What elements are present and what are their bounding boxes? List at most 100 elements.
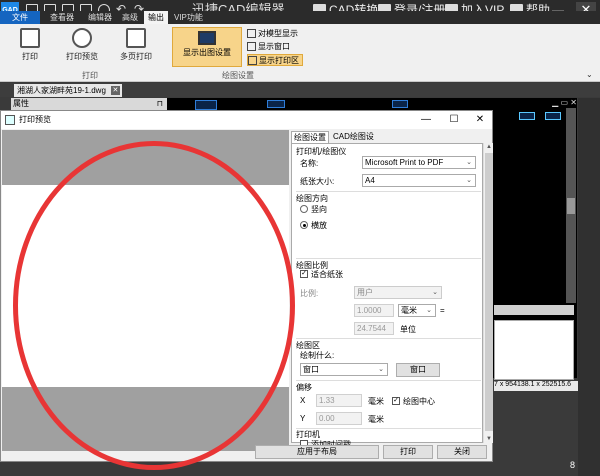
ribbon-show-settings-button[interactable]: 显示出图设置 <box>172 27 242 67</box>
dialog-maximize-button[interactable]: ☐ <box>441 111 467 129</box>
window-button[interactable]: 窗口 <box>396 363 440 377</box>
chevron-down-icon: ⌄ <box>432 289 438 296</box>
dialog-minimize-button[interactable]: — <box>413 111 439 129</box>
ribbon-group-print-label: 打印 <box>82 71 98 80</box>
menu-file[interactable]: 文件 <box>0 11 40 24</box>
offset-x-input[interactable]: 1.33 <box>316 394 362 407</box>
center-plot-label: 绘图中心 <box>403 397 435 406</box>
canvas-scrollbar[interactable] <box>566 108 576 303</box>
document-tab[interactable]: 湘湖人家湖畔苑19-1.dwg ✕ <box>14 84 122 97</box>
printer-icon <box>20 28 40 48</box>
scrollbar-thumb[interactable] <box>567 198 575 214</box>
chevron-down-icon: ⌄ <box>378 366 384 373</box>
menu-vip[interactable]: VIP功能 <box>170 11 207 24</box>
system-tray-badge: 8 <box>570 460 576 470</box>
close-button[interactable]: 关闭 <box>437 445 487 459</box>
dialog-app-icon <box>5 115 15 125</box>
menu-editor[interactable]: 编辑器 <box>84 11 116 24</box>
offset-y-input[interactable]: 0.00 <box>316 412 362 425</box>
tab-cad-draw-settings[interactable]: CAD绘图设置 <box>331 131 383 153</box>
ribbon-multi-print-button[interactable]: 多页打印 <box>120 28 152 62</box>
divider <box>296 380 481 381</box>
paper-size-label: 纸张大小: <box>300 177 335 186</box>
ribbon-model-show-button[interactable]: 对模型显示 <box>247 28 298 40</box>
scale-numerator-input[interactable]: 1.0000 <box>354 304 394 317</box>
equals-sign: = <box>440 306 445 315</box>
preview-margin-top <box>2 130 289 185</box>
dialog-close-button[interactable]: ✕ <box>467 111 493 129</box>
preview-paper[interactable] <box>2 185 289 387</box>
orientation-section-title: 绘图方向 <box>296 194 328 203</box>
cad-entity <box>392 100 408 108</box>
model-icon <box>247 29 256 39</box>
landscape-radio[interactable] <box>300 221 308 229</box>
scroll-up-icon[interactable]: ▲ <box>485 144 493 150</box>
center-plot-checkbox[interactable]: ✓ <box>392 397 400 405</box>
ribbon: 打印 打印预览 多页打印 打印 显示出图设置 对模型显示 显示窗口 显示打印区 … <box>0 24 600 82</box>
ribbon-group-draw-label: 绘图设置 <box>222 71 254 80</box>
offset-section-title: 偏移 <box>296 383 312 392</box>
layout-tabs[interactable] <box>494 305 574 315</box>
cad-entity <box>267 100 285 108</box>
print-button[interactable]: 打印 <box>383 445 433 459</box>
portrait-radio[interactable] <box>300 205 308 213</box>
divider <box>296 191 481 192</box>
what-to-draw-label: 绘制什么: <box>300 351 335 360</box>
tab-draw-settings[interactable]: 绘图设置 <box>291 131 329 143</box>
cad-entity <box>545 112 561 120</box>
paper-size-select[interactable]: A4 ⌄ <box>362 174 476 187</box>
scale-unit-select[interactable]: 毫米 ⌄ <box>398 304 436 317</box>
divider <box>296 338 481 339</box>
fit-paper-checkbox[interactable]: ✓ <box>300 270 308 278</box>
ribbon-print-preview-button[interactable]: 打印预览 <box>66 28 98 62</box>
close-icon[interactable]: ✕ <box>110 86 120 95</box>
portrait-label: 竖向 <box>311 205 327 214</box>
window-icon <box>247 42 256 52</box>
apply-to-layout-button[interactable]: 应用于布局 <box>255 445 379 459</box>
ribbon-print-button[interactable]: 打印 <box>20 28 40 62</box>
landscape-label: 横放 <box>311 221 327 230</box>
command-pane[interactable] <box>494 320 574 380</box>
settings-panel: 绘图设置 CAD绘图设置 打印机/绘图仪 名称: Microsoft Print… <box>291 130 493 449</box>
scrollbar-thumb[interactable] <box>485 153 493 431</box>
scale-denominator-input[interactable]: 24.7544 <box>354 322 394 335</box>
menu-output[interactable]: 输出 <box>144 11 168 24</box>
properties-panel-header: 属性 ⊓ <box>11 98 167 110</box>
cad-entity <box>519 112 535 120</box>
right-edge-panel <box>578 98 600 476</box>
scale-select[interactable]: 用户 ⌄ <box>354 286 442 299</box>
dialog-footer: 应用于布局 打印 关闭 <box>251 443 491 461</box>
unit-label: 单位 <box>400 325 416 334</box>
preview-margin-bottom <box>2 387 289 451</box>
divider <box>296 258 481 259</box>
scale-label: 比例: <box>300 289 319 298</box>
offset-x-label: X <box>300 396 306 405</box>
magnifier-icon <box>72 28 92 48</box>
chevron-down-icon: ⌄ <box>466 177 472 184</box>
chevron-down-icon: ⌄ <box>426 307 432 314</box>
offset-x-unit: 毫米 <box>368 397 384 406</box>
divider <box>296 428 481 429</box>
pin-icon[interactable]: ⊓ <box>157 98 163 110</box>
fit-paper-label: 适合纸张 <box>311 270 343 279</box>
multi-page-icon <box>126 28 146 48</box>
chevron-down-icon: ⌄ <box>466 159 472 166</box>
plot-area-select[interactable]: 窗口 ⌄ <box>300 363 388 376</box>
ribbon-collapse-icon[interactable]: ⌄ <box>586 70 596 80</box>
printer-name-select[interactable]: Microsoft Print to PDF ⌄ <box>362 156 476 169</box>
dialog-titlebar: 打印预览 — ☐ ✕ <box>1 111 492 129</box>
menu-viewer[interactable]: 查看器 <box>46 11 78 24</box>
print-preview-dialog: 打印预览 — ☐ ✕ 绘图设置 CAD绘图设置 打印机/绘图仪 名称: Micr… <box>0 110 493 462</box>
print-area-icon <box>248 56 257 66</box>
printer-section-title: 打印机/绘图仪 <box>296 147 347 156</box>
ribbon-show-print-area-button[interactable]: 显示打印区 <box>247 54 303 66</box>
menu-advanced[interactable]: 高级 <box>118 11 142 24</box>
settings-scrollbar[interactable]: ▲ ▼ <box>483 143 493 443</box>
offset-y-unit: 毫米 <box>368 415 384 424</box>
canvas-window-controls[interactable]: ▁ ▭ ✕ <box>537 98 577 108</box>
printer-name-label: 名称: <box>300 159 319 168</box>
scroll-down-icon[interactable]: ▼ <box>485 436 493 442</box>
offset-y-label: Y <box>300 414 306 423</box>
ribbon-show-window-button[interactable]: 显示窗口 <box>247 41 290 53</box>
settings-body: 打印机/绘图仪 名称: Microsoft Print to PDF ⌄ 纸张大小… <box>291 143 483 449</box>
